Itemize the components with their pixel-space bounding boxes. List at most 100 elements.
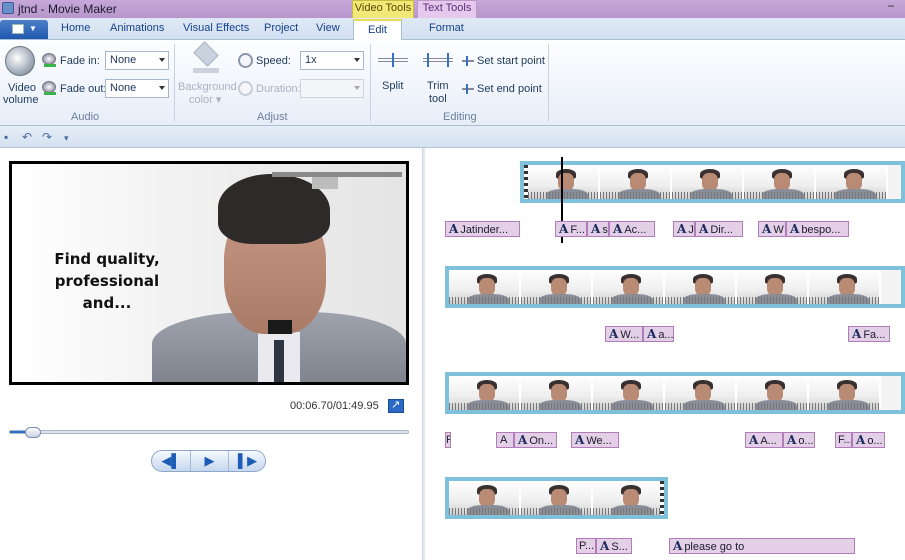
editing-group-label: Editing bbox=[443, 111, 477, 123]
caption-clip[interactable]: A Fa... bbox=[848, 326, 890, 342]
caption-clip[interactable]: A W... bbox=[605, 326, 643, 342]
video-volume-icon[interactable] bbox=[5, 46, 35, 76]
caption-clip[interactable]: A On... bbox=[514, 432, 557, 448]
paint-bucket-icon bbox=[193, 41, 219, 74]
tab-edit[interactable]: Edit bbox=[353, 19, 402, 40]
seek-thumb[interactable] bbox=[25, 427, 41, 438]
text-caption-icon: A bbox=[787, 433, 797, 447]
group-divider bbox=[370, 44, 371, 122]
duration-label: Duration: bbox=[256, 83, 301, 95]
caption-clip[interactable]: A F... bbox=[555, 221, 587, 237]
caption-clip[interactable]: A S... bbox=[596, 538, 632, 554]
caption-clip[interactable]: A Jatinder... bbox=[445, 221, 520, 237]
split-icon[interactable] bbox=[378, 53, 408, 67]
trim-tool-label-2[interactable]: tool bbox=[429, 93, 447, 105]
file-menu-button[interactable]: ▼ bbox=[0, 20, 48, 39]
ribbon-tab-row: ▼ Home Animations Visual Effects Project… bbox=[0, 18, 905, 40]
text-caption-icon: A bbox=[559, 222, 569, 236]
previous-frame-button[interactable]: ◀▌ bbox=[152, 451, 190, 471]
chevron-down-icon: ▼ bbox=[29, 24, 37, 33]
caption-clip[interactable]: F... bbox=[835, 432, 852, 448]
caption-clip[interactable]: Ao... bbox=[852, 432, 885, 448]
fade-out-value: None bbox=[110, 82, 137, 94]
undo-icon[interactable]: ↶ bbox=[22, 130, 32, 144]
video-preview[interactable]: Find quality, professional and... bbox=[9, 161, 409, 385]
play-button[interactable]: ▶ bbox=[190, 451, 228, 471]
caption-clip[interactable]: As bbox=[587, 221, 609, 237]
background-color-label-1: Background bbox=[178, 81, 237, 93]
seek-bar[interactable] bbox=[9, 430, 409, 434]
text-caption-icon: A bbox=[673, 539, 683, 553]
group-divider bbox=[548, 44, 549, 122]
chevron-down-icon bbox=[354, 86, 360, 90]
text-caption-icon: A bbox=[613, 222, 623, 236]
text-caption-icon: A bbox=[449, 222, 459, 236]
video-volume-label-1[interactable]: Video bbox=[8, 82, 36, 94]
speed-dropdown[interactable]: 1x bbox=[300, 51, 364, 70]
audio-group-label: Audio bbox=[71, 111, 100, 123]
caption-clip[interactable]: A Ac... bbox=[609, 221, 655, 237]
caption-clip[interactable]: Abespo... bbox=[786, 221, 849, 237]
minimize-button[interactable]: − bbox=[884, 0, 898, 14]
caption-clip[interactable]: P... bbox=[576, 538, 596, 554]
trim-tool-label-1[interactable]: Trim bbox=[427, 80, 449, 92]
context-tab-text-tools: Text Tools bbox=[417, 0, 477, 18]
fade-in-label: Fade in: bbox=[60, 55, 100, 67]
text-caption-icon: A bbox=[575, 433, 585, 447]
caption-clip[interactable]: A Dir... bbox=[695, 221, 743, 237]
tab-home[interactable]: Home bbox=[61, 22, 90, 34]
fullscreen-icon[interactable] bbox=[388, 398, 404, 413]
video-volume-label-2[interactable]: volume bbox=[3, 94, 38, 106]
tab-project[interactable]: Project bbox=[264, 22, 298, 34]
quick-access-toolbar: ▪ ↶ ↷ ▾ bbox=[0, 126, 905, 148]
caption-clip[interactable]: Aplease go to bbox=[669, 538, 855, 554]
fade-out-icon bbox=[42, 81, 58, 95]
fade-out-dropdown[interactable]: None bbox=[105, 79, 169, 98]
tab-animations[interactable]: Animations bbox=[110, 22, 164, 34]
text-caption-icon: A bbox=[852, 327, 862, 341]
set-end-point-button[interactable]: Set end point bbox=[477, 83, 542, 95]
video-clip-strip[interactable] bbox=[445, 266, 905, 308]
redo-icon[interactable]: ↷ bbox=[42, 130, 52, 144]
adjust-group-label: Adjust bbox=[257, 111, 288, 123]
text-caption-icon: A bbox=[647, 327, 657, 341]
text-caption-icon: A bbox=[600, 539, 610, 553]
caption-clip[interactable]: A bbox=[496, 432, 514, 448]
caption-clip[interactable]: AW bbox=[758, 221, 786, 237]
caption-clip[interactable]: F bbox=[445, 432, 451, 448]
set-start-point-button[interactable]: Set start point bbox=[477, 55, 545, 67]
next-frame-button[interactable]: ▌▶ bbox=[228, 451, 266, 471]
ribbon: Video volume Fade in: None Fade out: Non… bbox=[0, 40, 905, 126]
tab-visual-effects[interactable]: Visual Effects bbox=[183, 22, 249, 34]
video-clip-strip[interactable] bbox=[445, 372, 905, 414]
text-caption-icon: A bbox=[749, 433, 759, 447]
tab-view[interactable]: View bbox=[316, 22, 340, 34]
caption-clip[interactable]: AJ bbox=[673, 221, 695, 237]
caption-clip[interactable]: Ao... bbox=[783, 432, 815, 448]
file-menu-icon bbox=[12, 24, 24, 34]
trim-tool-icon[interactable] bbox=[423, 53, 453, 67]
playback-controls: ◀▌ ▶ ▌▶ bbox=[151, 450, 266, 472]
video-caption-text: Find quality, professional and... bbox=[54, 250, 160, 312]
tab-format[interactable]: Format bbox=[429, 22, 464, 34]
movie-maker-app-icon[interactable] bbox=[2, 2, 14, 14]
group-divider bbox=[174, 44, 175, 122]
chevron-down-icon bbox=[354, 58, 360, 62]
set-start-point-icon bbox=[462, 56, 474, 66]
chevron-down-icon bbox=[159, 58, 165, 62]
video-clip-strip[interactable] bbox=[520, 161, 905, 203]
video-clip-strip[interactable] bbox=[445, 477, 668, 519]
split-button[interactable]: Split bbox=[382, 80, 403, 92]
playback-timecode: 00:06.70/01:49.95 bbox=[290, 400, 379, 412]
fade-in-dropdown[interactable]: None bbox=[105, 51, 169, 70]
save-icon[interactable]: ▪ bbox=[4, 130, 8, 144]
window-title: jtnd - Movie Maker bbox=[18, 2, 117, 16]
customize-qat-chevron-icon[interactable]: ▾ bbox=[64, 133, 69, 144]
fade-in-icon bbox=[42, 53, 58, 67]
caption-clip[interactable]: A A... bbox=[745, 432, 783, 448]
background-color-label-2: color ▾ bbox=[189, 94, 222, 106]
caption-clip[interactable]: Aa... bbox=[643, 326, 674, 342]
text-caption-icon: A bbox=[856, 433, 866, 447]
context-tab-video-tools: Video Tools bbox=[352, 0, 414, 18]
caption-clip[interactable]: A We... bbox=[571, 432, 619, 448]
